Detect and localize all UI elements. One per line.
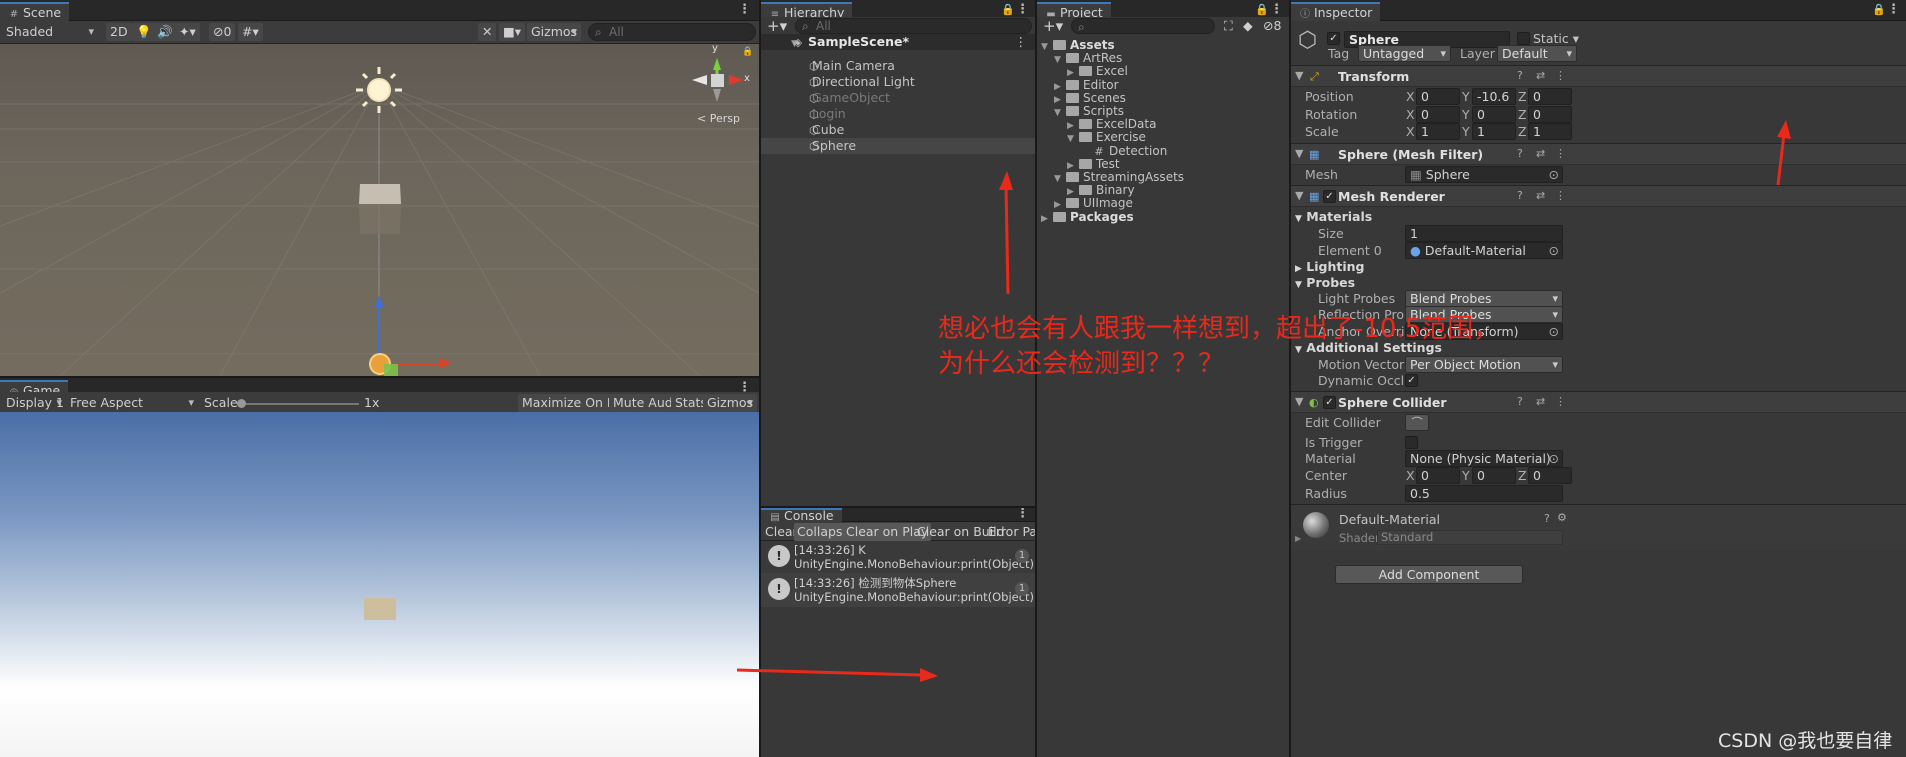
- annotation-text-line2: 为什么还会检测到？？？: [938, 349, 1225, 379]
- annotation-text-line1: 想必也会有人跟我一样想到，超出了-10.5范围，: [938, 314, 1500, 344]
- watermark: CSDN @我也要自律: [1718, 730, 1893, 752]
